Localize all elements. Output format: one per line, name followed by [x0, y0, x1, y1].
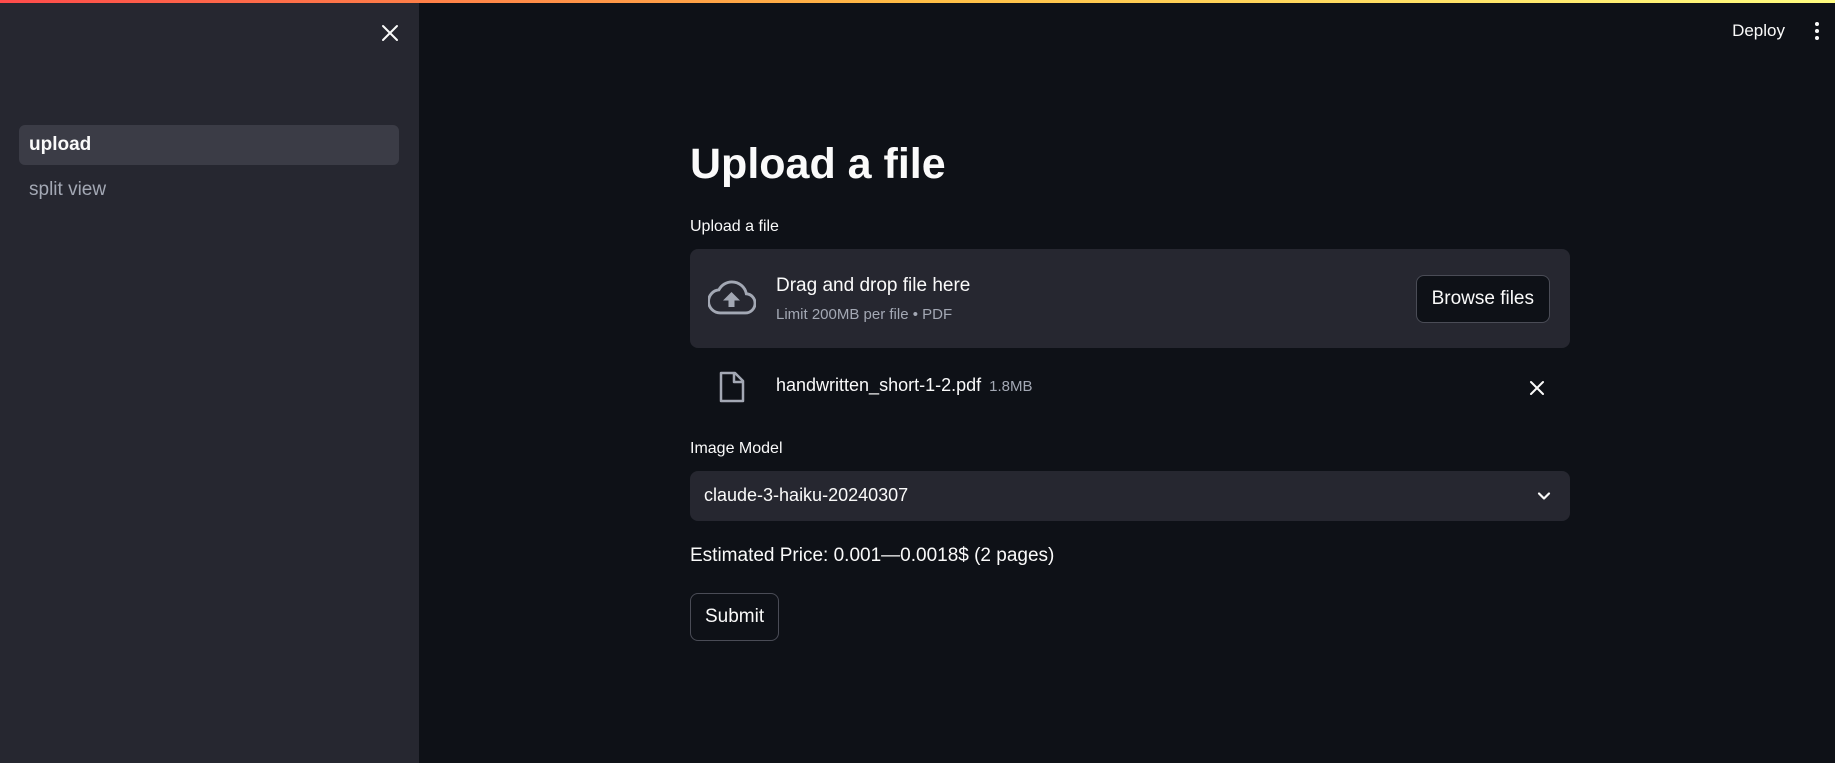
model-select-label: Image Model	[690, 440, 783, 457]
uploader-label: Upload a file	[690, 218, 779, 235]
header-toolbar: Deploy	[1718, 14, 1835, 48]
cloud-upload-icon	[708, 280, 756, 315]
sidebar-nav: upload split view	[19, 125, 399, 215]
page-title: Upload a file	[690, 140, 946, 188]
main-menu-button[interactable]	[1799, 14, 1835, 48]
sidebar-item-split-view[interactable]: split view	[19, 170, 399, 210]
sidebar-item-upload[interactable]: upload	[19, 125, 399, 165]
kebab-menu-icon	[1815, 22, 1819, 40]
top-decoration-bar	[0, 0, 1835, 3]
close-sidebar-button[interactable]	[375, 18, 405, 48]
uploaded-file-name: handwritten_short-1-2.pdf 1.8MB	[776, 375, 1032, 396]
dropzone-limit-text: Limit 200MB per file • PDF	[776, 306, 953, 323]
submit-button[interactable]: Submit	[690, 593, 780, 641]
image-model-select[interactable]: claude-3-haiku-20240307	[690, 471, 1570, 521]
file-size: 1.8MB	[989, 378, 1033, 395]
remove-file-button[interactable]	[1522, 373, 1552, 403]
chevron-down-icon	[1537, 492, 1551, 500]
file-dropzone[interactable]: Drag and drop file here Limit 200MB per …	[690, 249, 1570, 348]
close-icon	[1530, 381, 1544, 395]
file-icon	[719, 371, 745, 403]
uploaded-file-row: handwritten_short-1-2.pdf 1.8MB	[690, 364, 1570, 410]
browse-files-button[interactable]: Browse files	[1415, 275, 1550, 323]
selected-model-value: claude-3-haiku-20240307	[704, 485, 909, 505]
sidebar: upload split view	[0, 0, 419, 763]
dropzone-title: Drag and drop file here	[776, 275, 971, 296]
close-icon	[382, 25, 398, 41]
estimated-price-text: Estimated Price: 0.001—0.0018$ (2 pages)	[690, 545, 1055, 566]
file-name-text: handwritten_short-1-2.pdf	[776, 375, 982, 395]
deploy-button[interactable]: Deploy	[1718, 14, 1799, 48]
